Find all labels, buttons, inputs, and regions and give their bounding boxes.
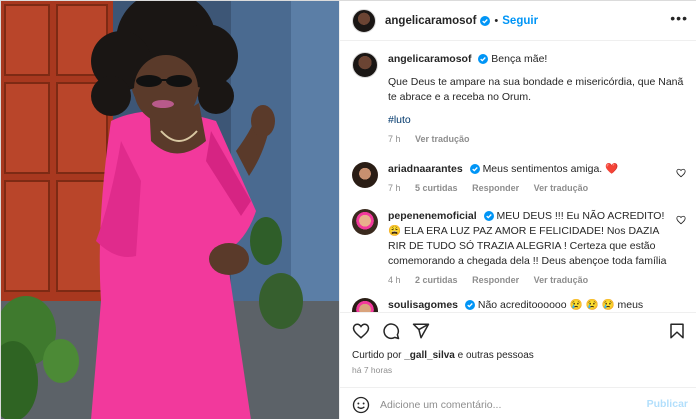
comment-time[interactable]: 4 h (388, 275, 401, 285)
caption-avatar[interactable] (352, 52, 378, 78)
post-photo-illustration (1, 1, 339, 419)
share-icon[interactable] (412, 322, 430, 340)
comment-username[interactable]: pepenenemoficial (388, 210, 477, 222)
comment-text: pepenenemoficial MEU DEUS !!! Eu NÃO ACR… (388, 209, 688, 269)
caption-username[interactable]: angelicaramosof (388, 53, 471, 65)
caption-line-2: Que Deus te ampare na sua bondade e mise… (388, 76, 684, 103)
caption-meta: 7 h Ver tradução (388, 134, 688, 144)
caption-text: angelicaramosof Bença mãe! Que Deus te a… (388, 52, 688, 128)
comment-avatar[interactable] (352, 162, 378, 188)
verified-icon (464, 300, 475, 311)
comment-username[interactable]: soulisagomes (388, 299, 458, 311)
likes-prefix: Curtido por (352, 350, 402, 361)
reply-button[interactable]: Responder (472, 183, 519, 193)
comment-body: Não acreditoooooo 😢 😢 😢 meus (477, 299, 644, 311)
comment-item: soulisagomes Não acreditoooooo 😢 😢 😢 meu… (352, 298, 688, 312)
post-details-panel: angelicaramosof • Seguir ••• angelicaram… (339, 1, 696, 419)
post-modal: angelicaramosof • Seguir ••• angelicaram… (0, 0, 696, 419)
likes-suffix[interactable]: e outras pessoas (458, 350, 534, 361)
post-caption: angelicaramosof Bença mãe! Que Deus te a… (352, 52, 688, 144)
follow-button[interactable]: Seguir (502, 15, 538, 27)
comment-meta: 4 h 2 curtidas Responder Ver tradução (388, 275, 688, 285)
caption-time[interactable]: 7 h (388, 134, 401, 144)
comments-list[interactable]: angelicaramosof Bença mãe! Que Deus te a… (340, 42, 696, 312)
comment-like-heart-icon[interactable] (676, 168, 686, 178)
verified-icon (478, 54, 489, 65)
post-timestamp[interactable]: há 7 horas (352, 365, 392, 375)
post-photo[interactable] (1, 1, 339, 419)
caption-translate[interactable]: Ver tradução (415, 134, 470, 144)
comment-avatar[interactable] (352, 298, 378, 312)
publish-button[interactable]: Publicar (647, 398, 688, 410)
likes-user[interactable]: _gall_silva (404, 350, 455, 361)
caption-hashtag[interactable]: #luto (388, 113, 688, 128)
bookmark-icon[interactable] (668, 322, 686, 340)
comment-avatar[interactable] (352, 209, 378, 235)
verified-icon (469, 164, 480, 175)
heart-icon[interactable] (352, 322, 370, 340)
emoji-icon[interactable] (352, 396, 370, 414)
author-username[interactable]: angelicaramosof (385, 15, 476, 27)
comment-translate[interactable]: Ver tradução (534, 183, 589, 193)
action-bar (340, 312, 696, 348)
comment-translate[interactable]: Ver tradução (534, 275, 589, 285)
comment-like-heart-icon[interactable] (676, 215, 686, 225)
comment-text: soulisagomes Não acreditoooooo 😢 😢 😢 meu… (388, 298, 688, 312)
comment-item: pepenenemoficial MEU DEUS !!! Eu NÃO ACR… (352, 209, 688, 285)
author-avatar[interactable] (352, 8, 376, 33)
comment-body: Meus sentimentos amiga. ❤️ (482, 163, 619, 175)
comment-icon[interactable] (382, 322, 400, 340)
comment-item: ariadnaarantes Meus sentimentos amiga. ❤… (352, 162, 688, 193)
verified-icon (480, 15, 491, 26)
likes-summary: Curtido por _gall_silva e outras pessoas (352, 350, 534, 361)
post-header: angelicaramosof • Seguir ••• (340, 1, 696, 41)
comment-time[interactable]: 7 h (388, 183, 401, 193)
verified-icon (483, 211, 494, 222)
comment-username[interactable]: ariadnaarantes (388, 163, 463, 175)
more-icon[interactable]: ••• (670, 11, 688, 25)
comment-likes[interactable]: 2 curtidas (415, 275, 458, 285)
reply-button[interactable]: Responder (472, 275, 519, 285)
caption-line-1: Bença mãe! (491, 53, 548, 65)
add-comment-bar: Publicar (340, 387, 696, 419)
comment-meta: 7 h 5 curtidas Responder Ver tradução (388, 183, 688, 193)
comment-input[interactable] (380, 395, 640, 415)
comment-text: ariadnaarantes Meus sentimentos amiga. ❤… (388, 162, 688, 177)
header-separator: • (494, 14, 499, 27)
comment-likes[interactable]: 5 curtidas (415, 183, 458, 193)
